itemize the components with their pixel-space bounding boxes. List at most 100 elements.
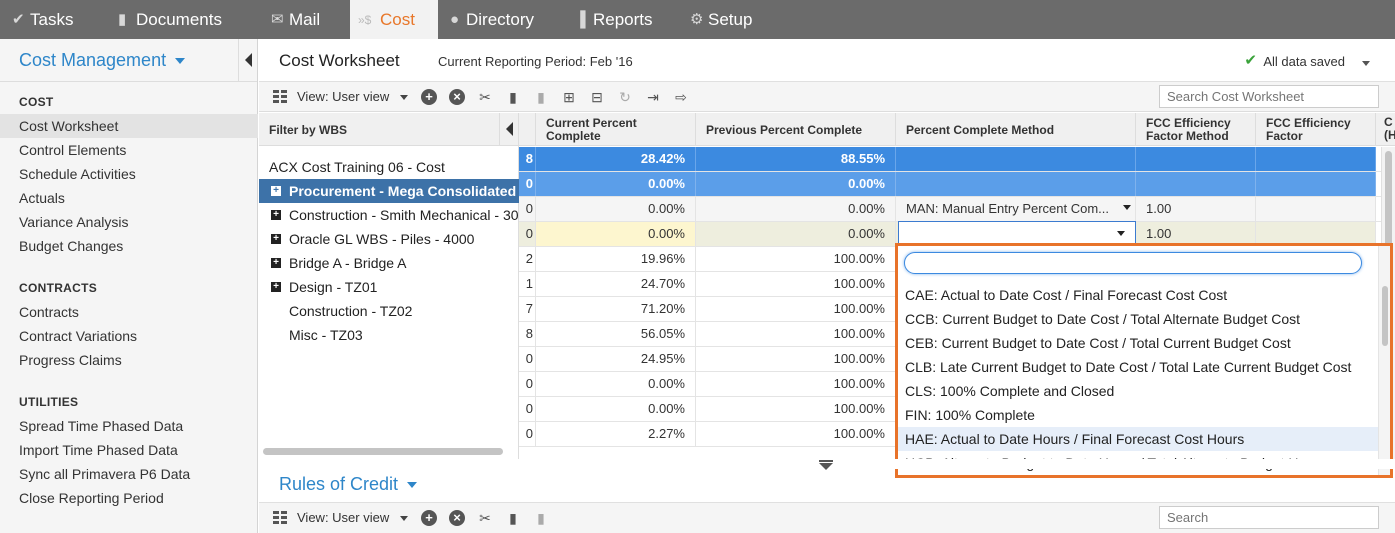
sidebar-item-actuals[interactable]: Actuals xyxy=(0,186,258,210)
nav-tab-mail[interactable]: ✉ Mail xyxy=(259,0,350,39)
stub-cell[interactable]: 0 xyxy=(519,372,536,396)
nav-tab-setup[interactable]: ⚙ Setup xyxy=(678,0,778,39)
view-grid-icon[interactable] xyxy=(273,511,287,525)
cut-icon[interactable]: ✂ xyxy=(477,510,493,526)
add-row-icon[interactable]: ⊞ xyxy=(561,89,577,105)
wbs-item[interactable]: Misc - TZ03 xyxy=(259,323,519,347)
previous-percent-cell[interactable]: 100.00% xyxy=(696,372,896,396)
column-header-fcc-method[interactable]: FCC Efficiency Factor Method xyxy=(1136,113,1256,146)
previous-percent-cell[interactable]: 100.00% xyxy=(696,347,896,371)
column-header-fcc-factor[interactable]: FCC Efficiency Factor xyxy=(1256,113,1376,146)
rules-search-input[interactable] xyxy=(1159,506,1379,529)
current-percent-cell[interactable]: 0.00% xyxy=(536,222,696,246)
export-icon[interactable]: ⇨ xyxy=(673,89,689,105)
nav-tab-documents[interactable]: ▮ Documents xyxy=(106,0,259,39)
current-percent-cell[interactable]: 71.20% xyxy=(536,297,696,321)
dropdown-option[interactable]: CLS: 100% Complete and Closed xyxy=(898,379,1378,403)
current-percent-cell[interactable]: 28.42% xyxy=(536,147,696,171)
module-title[interactable]: Cost Management xyxy=(19,50,166,71)
paste-icon[interactable]: ▮ xyxy=(505,89,521,105)
add-icon[interactable]: + xyxy=(421,510,437,526)
chevron-down-icon[interactable] xyxy=(1123,205,1131,210)
rules-of-credit-title[interactable]: Rules of Credit xyxy=(279,474,398,495)
sidebar-item-variance-analysis[interactable]: Variance Analysis xyxy=(0,210,258,234)
wbs-item[interactable]: Construction - TZ02 xyxy=(259,299,519,323)
current-percent-cell[interactable]: 0.00% xyxy=(536,372,696,396)
previous-percent-cell[interactable]: 0.00% xyxy=(696,197,896,221)
wbs-item[interactable]: + Procurement - Mega Consolidated - 2 xyxy=(259,179,519,203)
previous-percent-cell[interactable]: 0.00% xyxy=(696,172,896,196)
wbs-item[interactable]: + Design - TZ01 xyxy=(259,275,519,299)
previous-percent-cell[interactable]: 88.55% xyxy=(696,147,896,171)
previous-percent-cell[interactable]: 100.00% xyxy=(696,272,896,296)
fcc-method-cell[interactable]: 1.00 xyxy=(1136,197,1256,221)
stub-cell[interactable]: 0 xyxy=(519,347,536,371)
paste-icon[interactable]: ▮ xyxy=(505,510,521,526)
percent-method-cell[interactable]: MAN: Manual Entry Percent Com... xyxy=(896,197,1136,221)
percent-method-cell[interactable] xyxy=(896,172,1136,196)
column-header-current-percent[interactable]: Current Percent Complete xyxy=(536,113,696,146)
percent-method-select[interactable] xyxy=(898,221,1136,245)
sidebar-item-control-elements[interactable]: Control Elements xyxy=(0,138,258,162)
sidebar-item-sync-p6[interactable]: Sync all Primavera P6 Data xyxy=(0,462,258,486)
paste-special-icon[interactable]: ▮ xyxy=(533,510,549,526)
sidebar-item-budget-changes[interactable]: Budget Changes xyxy=(0,234,258,258)
stub-cell[interactable]: 8 xyxy=(519,322,536,346)
cut-icon[interactable]: ✂ xyxy=(477,89,493,105)
previous-percent-cell[interactable]: 100.00% xyxy=(696,322,896,346)
nav-tab-directory[interactable]: ● Directory xyxy=(438,0,563,39)
wbs-root[interactable]: ACX Cost Training 06 - Cost xyxy=(269,159,445,175)
previous-percent-cell[interactable]: 0.00% xyxy=(696,222,896,246)
sidebar-item-contracts[interactable]: Contracts xyxy=(0,300,258,324)
remove-row-icon[interactable]: ⊟ xyxy=(589,89,605,105)
dropdown-option[interactable]: HAE: Actual to Date Hours / Final Foreca… xyxy=(898,427,1378,451)
chevron-down-icon[interactable] xyxy=(407,482,417,488)
stub-cell[interactable]: 0 xyxy=(519,397,536,421)
fcc-method-cell[interactable] xyxy=(1136,147,1256,171)
dropdown-option[interactable]: CEB: Current Budget to Date Cost / Total… xyxy=(898,331,1378,355)
save-status[interactable]: All data saved xyxy=(1263,54,1345,69)
fcc-factor-cell[interactable] xyxy=(1256,197,1376,221)
collapse-sidebar-button[interactable] xyxy=(238,39,258,82)
stub-cell[interactable]: 0 xyxy=(519,197,536,221)
dropdown-option[interactable]: CCB: Current Budget to Date Cost / Total… xyxy=(898,307,1378,331)
sidebar-item-progress-claims[interactable]: Progress Claims xyxy=(0,348,258,372)
current-percent-cell[interactable]: 0.00% xyxy=(536,397,696,421)
sidebar-item-spread-time-phased[interactable]: Spread Time Phased Data xyxy=(0,414,258,438)
current-percent-cell[interactable]: 2.27% xyxy=(536,422,696,446)
previous-percent-cell[interactable]: 100.00% xyxy=(696,422,896,446)
wbs-horizontal-scrollbar[interactable] xyxy=(263,448,503,455)
previous-percent-cell[interactable]: 100.00% xyxy=(696,397,896,421)
stub-cell[interactable]: 2 xyxy=(519,247,536,271)
column-header-percent-method[interactable]: Percent Complete Method xyxy=(896,113,1136,146)
wbs-item[interactable]: + Bridge A - Bridge A xyxy=(259,251,519,275)
table-row[interactable]: 8 28.42% 88.55% xyxy=(519,147,1395,172)
remove-icon[interactable]: × xyxy=(449,89,465,105)
percent-method-cell[interactable] xyxy=(896,147,1136,171)
view-selector[interactable]: View: User view xyxy=(297,89,389,104)
expand-icon[interactable]: + xyxy=(271,258,281,268)
chevron-down-icon[interactable] xyxy=(175,58,185,64)
import-icon[interactable]: ⇥ xyxy=(645,89,661,105)
column-header-previous-percent[interactable]: Previous Percent Complete xyxy=(696,113,896,146)
nav-tab-cost[interactable]: »$ Cost xyxy=(350,0,438,39)
chevron-down-icon[interactable] xyxy=(400,95,408,100)
nav-tab-tasks[interactable]: ✔ Tasks xyxy=(0,0,106,39)
previous-percent-cell[interactable]: 100.00% xyxy=(696,297,896,321)
sidebar-item-cost-worksheet[interactable]: Cost Worksheet xyxy=(0,114,258,138)
current-percent-cell[interactable]: 0.00% xyxy=(536,197,696,221)
stub-cell[interactable]: 0 xyxy=(519,422,536,446)
chevron-down-icon[interactable] xyxy=(1362,61,1370,66)
expand-icon[interactable]: + xyxy=(271,234,281,244)
view-selector[interactable]: View: User view xyxy=(297,510,389,525)
wbs-item[interactable]: + Oracle GL WBS - Piles - 4000 xyxy=(259,227,519,251)
expand-icon[interactable]: + xyxy=(271,210,281,220)
view-grid-icon[interactable] xyxy=(273,90,287,104)
fcc-method-cell[interactable] xyxy=(1136,172,1256,196)
chevron-down-icon[interactable] xyxy=(1117,231,1125,236)
stub-cell[interactable]: 8 xyxy=(519,147,536,171)
search-input[interactable] xyxy=(1159,85,1379,108)
current-percent-cell[interactable]: 24.70% xyxy=(536,272,696,296)
nav-tab-reports[interactable]: ▐ Reports xyxy=(563,0,678,39)
remove-icon[interactable]: × xyxy=(449,510,465,526)
